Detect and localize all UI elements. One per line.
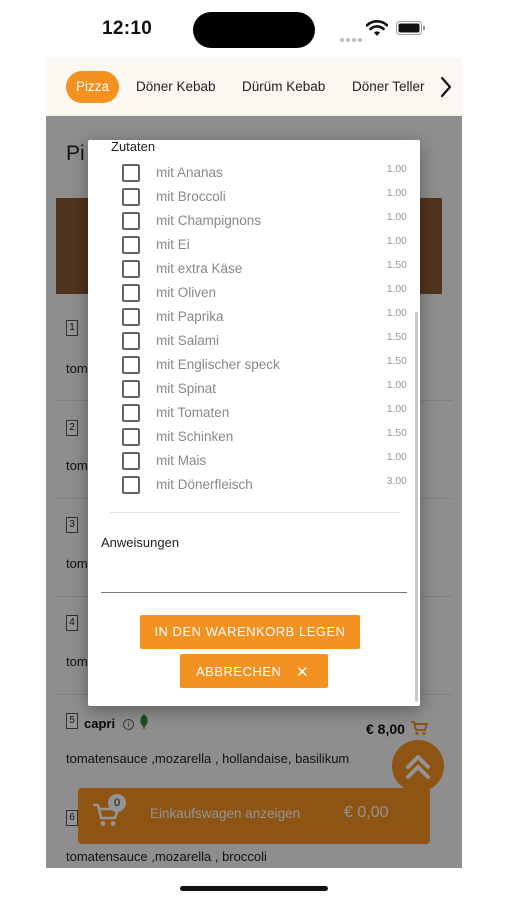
option-label: mit Salami xyxy=(156,333,220,348)
chevron-right-icon[interactable] xyxy=(439,75,453,99)
option-row-schinken[interactable]: mit Schinken 1.50 xyxy=(122,425,407,449)
home-indicator[interactable] xyxy=(180,886,328,891)
options-dialog: Zutaten mit Ananas 1.00 mit Broccoli 1.0… xyxy=(88,140,420,706)
signal-icon xyxy=(340,29,364,42)
option-checkbox[interactable] xyxy=(122,284,140,302)
option-label: mit Spinat xyxy=(156,381,217,396)
option-label: mit Dönerfleisch xyxy=(156,477,253,492)
option-row-extra-kaese[interactable]: mit extra Käse 1.50 xyxy=(122,257,407,281)
option-price: 1.00 xyxy=(386,211,407,223)
option-row-oliven[interactable]: mit Oliven 1.00 xyxy=(122,281,407,305)
option-checkbox[interactable] xyxy=(122,260,140,278)
option-label: mit Broccoli xyxy=(156,189,226,204)
option-checkbox[interactable] xyxy=(122,476,140,494)
option-price: 1.00 xyxy=(386,283,407,295)
ingredients-heading: Zutaten xyxy=(111,140,156,154)
option-label: mit Champignons xyxy=(156,213,262,228)
option-label: mit Ei xyxy=(156,237,190,252)
battery-icon xyxy=(396,21,425,35)
option-label: mit Mais xyxy=(156,453,207,468)
option-checkbox[interactable] xyxy=(122,356,140,374)
option-label: mit Englischer speck xyxy=(156,357,280,372)
option-label: mit Paprika xyxy=(156,309,224,324)
option-price: 1.00 xyxy=(386,379,407,391)
dialog-scrollbar[interactable] xyxy=(415,312,418,702)
instructions-input[interactable] xyxy=(101,560,407,593)
option-row-tomaten[interactable]: mit Tomaten 1.00 xyxy=(122,401,407,425)
option-checkbox[interactable] xyxy=(122,212,140,230)
option-row-ananas[interactable]: mit Ananas 1.00 xyxy=(122,161,407,185)
option-row-paprika[interactable]: mit Paprika 1.00 xyxy=(122,305,407,329)
tab-duerum-kebab[interactable]: Dürüm Kebab xyxy=(242,71,325,103)
option-price: 1.00 xyxy=(386,403,407,415)
option-checkbox[interactable] xyxy=(122,308,140,326)
option-price: 1.50 xyxy=(386,355,407,367)
option-row-ei[interactable]: mit Ei 1.00 xyxy=(122,233,407,257)
tab-doener-teller[interactable]: Döner Teller xyxy=(352,71,425,103)
option-label: mit Oliven xyxy=(156,285,217,300)
option-row-salami[interactable]: mit Salami 1.50 xyxy=(122,329,407,353)
option-price: 1.00 xyxy=(386,163,407,175)
option-checkbox[interactable] xyxy=(122,380,140,398)
status-time: 12:10 xyxy=(102,18,153,39)
option-row-englischer-speck[interactable]: mit Englischer speck 1.50 xyxy=(122,353,407,377)
option-label: mit Tomaten xyxy=(156,405,230,420)
option-checkbox[interactable] xyxy=(122,332,140,350)
option-price: 1.50 xyxy=(386,259,407,271)
cancel-button-label: ABBRECHEN xyxy=(196,664,282,679)
tab-doener-kebab[interactable]: Döner Kebab xyxy=(136,71,216,103)
tab-pizza[interactable]: Pizza xyxy=(66,71,120,103)
option-row-mais[interactable]: mit Mais 1.00 xyxy=(122,449,407,473)
option-checkbox[interactable] xyxy=(122,236,140,254)
option-checkbox[interactable] xyxy=(122,164,140,182)
dialog-divider xyxy=(110,512,400,513)
option-price: 1.00 xyxy=(386,451,407,463)
dynamic-island xyxy=(193,12,315,48)
option-price: 3.00 xyxy=(386,475,407,487)
wifi-icon xyxy=(366,20,388,36)
option-row-doenerfleisch[interactable]: mit Dönerfleisch 3.00 xyxy=(122,473,407,497)
option-price: 1.50 xyxy=(386,427,407,439)
option-row-champignons[interactable]: mit Champignons 1.00 xyxy=(122,209,407,233)
category-tab-bar: Pizza Döner Kebab Dürüm Kebab Döner Tell… xyxy=(46,58,462,116)
option-checkbox[interactable] xyxy=(122,404,140,422)
option-checkbox[interactable] xyxy=(122,452,140,470)
close-icon: ✕ xyxy=(296,664,310,681)
option-price: 1.50 xyxy=(386,331,407,343)
instructions-label: Anweisungen xyxy=(101,535,180,550)
add-to-cart-button[interactable]: IN DEN WARENKORB LEGEN xyxy=(140,615,360,649)
option-price: 1.00 xyxy=(386,235,407,247)
option-row-broccoli[interactable]: mit Broccoli 1.00 xyxy=(122,185,407,209)
option-label: mit extra Käse xyxy=(156,261,243,276)
option-row-spinat[interactable]: mit Spinat 1.00 xyxy=(122,377,407,401)
option-label: mit Ananas xyxy=(156,165,223,180)
option-checkbox[interactable] xyxy=(122,428,140,446)
cancel-button[interactable]: ABBRECHEN ✕ xyxy=(180,654,328,688)
option-price: 1.00 xyxy=(386,187,407,199)
status-bar: 12:10 xyxy=(0,0,507,58)
option-price: 1.00 xyxy=(386,307,407,319)
option-label: mit Schinken xyxy=(156,429,234,444)
option-checkbox[interactable] xyxy=(122,188,140,206)
